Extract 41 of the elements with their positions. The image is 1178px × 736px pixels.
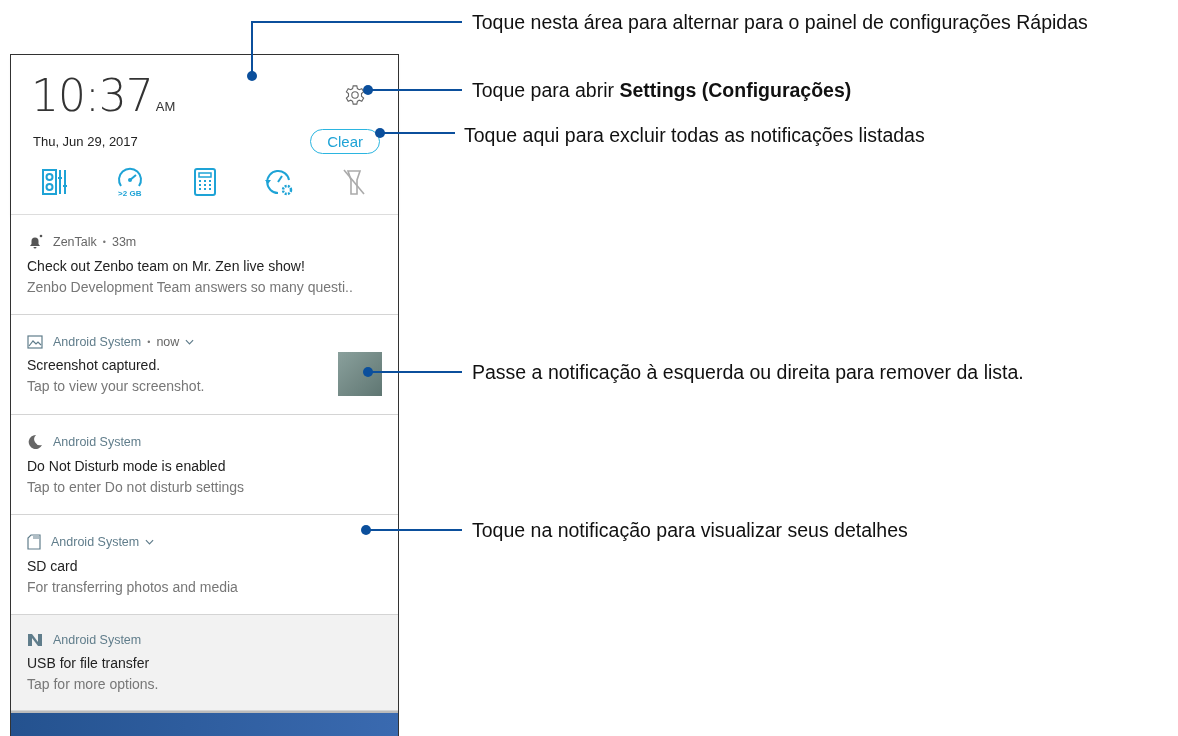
notification-text: For transferring photos and media — [27, 579, 239, 595]
notification-text: Tap to enter Do not disturb settings — [27, 479, 246, 495]
notification-text: Zenbo Development Team answers so many questi.. — [27, 279, 354, 295]
speedometer-icon[interactable] — [115, 166, 144, 189]
notification-title: Check out Zenbo team on Mr. Zen live show! — [27, 258, 306, 274]
chevron-down-icon[interactable] — [185, 339, 195, 345]
notification-text: Tap for more options. — [27, 676, 160, 692]
separator-dot: • — [102, 237, 106, 247]
gauge-gear-icon[interactable] — [264, 167, 295, 197]
calculator-icon[interactable] — [192, 168, 217, 196]
clock-ampm: AM — [155, 98, 176, 114]
notification-title: USB for file transfer — [27, 655, 151, 671]
separator-dot: • — [147, 337, 151, 347]
callout-text: Toque para abrir Settings (Configurações) — [472, 78, 852, 102]
notification-time: now — [156, 335, 180, 349]
notification-title: Do Not Disturb mode is enabled — [27, 458, 227, 474]
callout-text: Toque na notificação para visualizar seus detalhes — [472, 518, 908, 542]
notification-time: 33m — [111, 235, 137, 249]
callout-text: Toque aqui para excluir todas as notificações listadas — [464, 123, 925, 147]
date-text: Thu, Jun 29, 2017 — [33, 133, 138, 149]
app-name: ZenTalk — [53, 235, 97, 249]
app-name: Android System — [51, 535, 140, 549]
bell-icon — [27, 234, 43, 250]
app-name: Android System — [53, 435, 142, 449]
callout-text: Toque nesta área para alternar para o painel de configurações Rápidas — [472, 10, 1088, 34]
app-name: Android System — [53, 335, 142, 349]
notification-text: Tap to view your screenshot. — [27, 378, 206, 394]
n-logo-icon — [27, 633, 43, 647]
speaker-equalizer-icon[interactable] — [41, 168, 69, 196]
notification-title: Screenshot captured. — [27, 357, 162, 373]
notification-title: SD card — [27, 558, 79, 574]
image-icon — [27, 335, 43, 349]
chevron-down-icon[interactable] — [145, 539, 155, 545]
storage-caption: >2 GB — [118, 188, 142, 198]
app-name: Android System — [53, 633, 142, 647]
clock-time: 10:37 — [31, 69, 153, 121]
sd-card-icon — [27, 534, 41, 550]
callout-text: Passe a notificação à esquerda ou direita para remover da lista. — [472, 360, 1024, 384]
settings-icon[interactable] — [344, 84, 366, 106]
notification-card[interactable]: Android System USB for file transfer Tap for more options. — [11, 615, 398, 711]
moon-icon — [27, 434, 43, 450]
